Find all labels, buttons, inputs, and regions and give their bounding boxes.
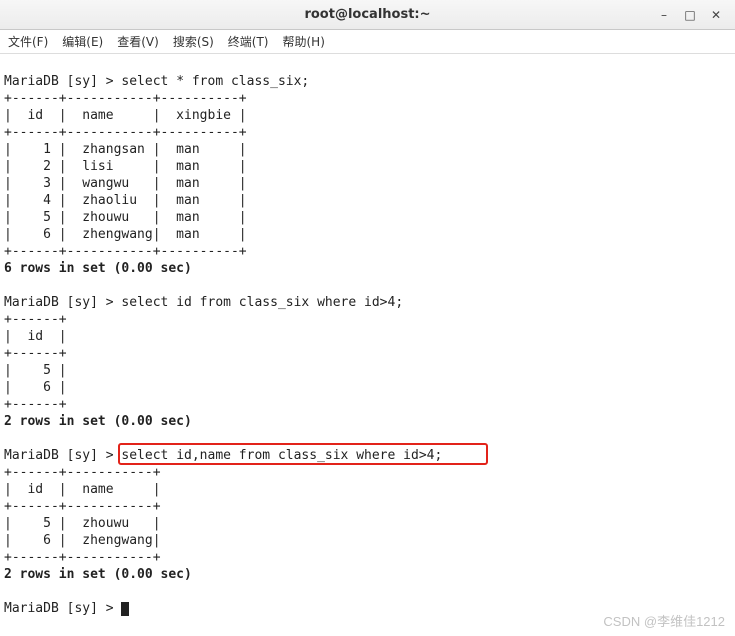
prompt-1: MariaDB [sy] > xyxy=(4,74,121,89)
maximize-button[interactable]: □ xyxy=(683,8,697,22)
t2-row: | 5 | xyxy=(4,363,67,378)
t1-row: | 4 | zhaoliu | man | xyxy=(4,193,247,208)
menu-bar: 文件(F) 编辑(E) 查看(V) 搜索(S) 终端(T) 帮助(H) xyxy=(0,30,735,54)
t1-result: 6 rows in set (0.00 sec) xyxy=(4,261,192,276)
menu-search[interactable]: 搜索(S) xyxy=(173,33,214,50)
t3-row: | 5 | zhouwu | xyxy=(4,516,161,531)
query-2: select id from class_six where id>4; xyxy=(121,295,403,310)
query-3: select id,name from class_six where id>4… xyxy=(121,448,442,463)
window-controls: – □ ✕ xyxy=(657,0,729,30)
prompt-4: MariaDB [sy] > xyxy=(4,601,121,616)
menu-file[interactable]: 文件(F) xyxy=(8,33,48,50)
t1-border: +------+-----------+----------+ xyxy=(4,244,247,259)
t3-border: +------+-----------+ xyxy=(4,465,161,480)
t1-border: +------+-----------+----------+ xyxy=(4,91,247,106)
t1-row: | 5 | zhouwu | man | xyxy=(4,210,247,225)
minimize-button[interactable]: – xyxy=(657,8,671,22)
close-button[interactable]: ✕ xyxy=(709,8,723,22)
cursor-icon xyxy=(121,602,129,616)
menu-help[interactable]: 帮助(H) xyxy=(283,33,325,50)
t2-border: +------+ xyxy=(4,312,67,327)
t2-row: | 6 | xyxy=(4,380,67,395)
t1-header: | id | name | xingbie | xyxy=(4,108,247,123)
watermark: CSDN @李维佳1212 xyxy=(603,611,725,630)
menu-view[interactable]: 查看(V) xyxy=(117,33,159,50)
t2-border: +------+ xyxy=(4,346,67,361)
window-title: root@localhost:~ xyxy=(0,7,735,22)
t3-result: 2 rows in set (0.00 sec) xyxy=(4,567,192,582)
terminal-output[interactable]: MariaDB [sy] > select * from class_six; … xyxy=(0,54,735,636)
window-titlebar: root@localhost:~ – □ ✕ xyxy=(0,0,735,30)
t1-row: | 6 | zhengwang| man | xyxy=(4,227,247,242)
prompt-3: MariaDB [sy] > xyxy=(4,448,121,463)
t3-header: | id | name | xyxy=(4,482,161,497)
menu-terminal[interactable]: 终端(T) xyxy=(228,33,269,50)
t1-border: +------+-----------+----------+ xyxy=(4,125,247,140)
prompt-2: MariaDB [sy] > xyxy=(4,295,121,310)
menu-edit[interactable]: 编辑(E) xyxy=(62,33,103,50)
query-1: select * from class_six; xyxy=(121,74,309,89)
t3-row: | 6 | zhengwang| xyxy=(4,533,161,548)
t1-row: | 1 | zhangsan | man | xyxy=(4,142,247,157)
t3-border: +------+-----------+ xyxy=(4,550,161,565)
t2-header: | id | xyxy=(4,329,67,344)
t1-row: | 3 | wangwu | man | xyxy=(4,176,247,191)
t3-border: +------+-----------+ xyxy=(4,499,161,514)
t2-result: 2 rows in set (0.00 sec) xyxy=(4,414,192,429)
t1-row: | 2 | lisi | man | xyxy=(4,159,247,174)
t2-border: +------+ xyxy=(4,397,67,412)
